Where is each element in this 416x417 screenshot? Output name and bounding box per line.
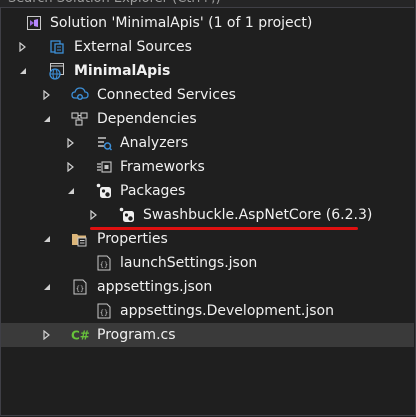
tree-item-dependencies[interactable]: Dependencies [1, 107, 414, 131]
chevron-right-icon[interactable] [42, 83, 52, 107]
tree-item-label: Dependencies [97, 111, 197, 127]
properties-folder-icon [71, 230, 89, 248]
tree-item-label: Properties [97, 231, 168, 247]
tree-item-label: Swashbuckle.AspNetCore (6.2.3) [143, 207, 373, 223]
tree-item-label: appsettings.Development.json [120, 303, 334, 319]
expanded-arrow-icon[interactable] [66, 179, 76, 203]
expanded-arrow-icon[interactable] [42, 107, 52, 131]
tree-item-properties[interactable]: Properties [1, 227, 414, 251]
tree-item-label: Solution 'MinimalApis' (1 of 1 project) [50, 15, 313, 31]
json-file-icon: {} [71, 278, 89, 296]
frameworks-icon [95, 158, 113, 176]
tree-item-connected-services[interactable]: Connected Services [1, 83, 414, 107]
tree-item-appsettings-development-json[interactable]: {} appsettings.Development.json [1, 299, 414, 323]
tree-item-label: Program.cs [97, 327, 176, 343]
solution-icon [25, 14, 43, 32]
chevron-right-icon[interactable] [89, 203, 99, 227]
tree-item-label: External Sources [74, 39, 192, 55]
tree-item-analyzers[interactable]: Analyzers [1, 131, 414, 155]
expanded-arrow-icon[interactable] [42, 227, 52, 251]
svg-text:{}: {} [100, 261, 108, 269]
web-project-icon [48, 62, 66, 80]
svg-text:{}: {} [76, 285, 84, 293]
tree-item-launchsettings-json[interactable]: {} launchSettings.json [1, 251, 414, 275]
tree-item-label: Frameworks [120, 159, 205, 175]
connected-services-icon [71, 86, 89, 104]
tree-item-external-sources[interactable]: External Sources [1, 35, 414, 59]
tree-item-label: Packages [120, 183, 186, 199]
expanded-arrow-icon[interactable] [18, 59, 28, 83]
solution-explorer-search[interactable]: Search Solution Explorer (Ctrl+;) [0, 0, 414, 8]
chevron-right-icon[interactable] [42, 323, 52, 347]
package-icon [118, 206, 136, 224]
chevron-right-icon[interactable] [18, 35, 28, 59]
expanded-arrow-icon[interactable] [42, 275, 52, 299]
chevron-right-icon[interactable] [66, 155, 76, 179]
tree-item-label: MinimalApis [74, 63, 171, 79]
tree-item-label: Analyzers [120, 135, 189, 151]
svg-text:C#: C# [71, 329, 90, 343]
tree-item-program-cs[interactable]: C# Program.cs [1, 323, 414, 347]
tree-item-frameworks[interactable]: Frameworks [1, 155, 414, 179]
tree-item-solution[interactable]: Solution 'MinimalApis' (1 of 1 project) [1, 11, 414, 35]
external-sources-icon [48, 38, 66, 56]
svg-text:{}: {} [100, 309, 108, 317]
tree-item-label: launchSettings.json [120, 255, 258, 271]
tree-item-package-swashbuckle[interactable]: Swashbuckle.AspNetCore (6.2.3) [1, 203, 414, 227]
tree-item-project-minimalapis[interactable]: MinimalApis [1, 59, 414, 83]
tree-item-label: Connected Services [97, 87, 236, 103]
dependencies-icon [71, 110, 89, 128]
tree-item-appsettings-json[interactable]: {} appsettings.json [1, 275, 414, 299]
json-file-icon: {} [95, 254, 113, 272]
chevron-right-icon[interactable] [66, 131, 76, 155]
csharp-file-icon: C# [71, 326, 93, 344]
json-file-icon: {} [95, 302, 113, 320]
packages-icon [95, 182, 113, 200]
tree-item-packages[interactable]: Packages [1, 179, 414, 203]
tree-item-label: appsettings.json [97, 279, 213, 295]
analyzers-icon [95, 134, 113, 152]
